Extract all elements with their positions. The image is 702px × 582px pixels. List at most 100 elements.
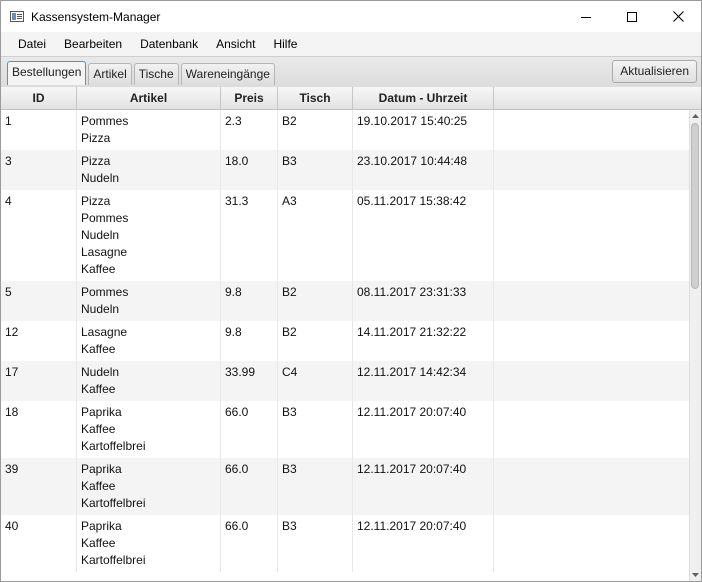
artikel-item: Nudeln: [81, 228, 120, 242]
cell-preis: 2.3: [221, 110, 278, 150]
artikel-item: Nudeln: [81, 365, 120, 379]
column-header-filler: [494, 87, 701, 109]
table-header: ID Artikel Preis Tisch Datum - Uhrzeit: [1, 87, 701, 110]
menu-datenbank[interactable]: Datenbank: [131, 32, 207, 56]
cell-id: 1: [1, 110, 77, 150]
menu-ansicht[interactable]: Ansicht: [207, 32, 264, 56]
table-row[interactable]: 3 Pizza Nudeln 18.0 B3 23.10.2017 10:44:48: [1, 150, 689, 190]
tab-bestellungen[interactable]: Bestellungen: [7, 61, 87, 85]
minimize-icon: [581, 16, 591, 18]
cell-preis: 18.0: [221, 150, 278, 190]
vertical-scrollbar[interactable]: [689, 110, 701, 581]
maximize-icon: [627, 11, 637, 22]
window-title: Kassensystem-Manager: [31, 9, 161, 24]
cell-datum: 12.11.2017 20:07:40: [353, 458, 494, 515]
artikel-item: Pommes: [81, 114, 129, 128]
column-header-artikel[interactable]: Artikel: [77, 87, 221, 109]
menu-datei[interactable]: Datei: [9, 32, 55, 56]
table-row[interactable]: 40 Paprika Kaffee Kartoffelbrei 66.0 B3 12.11.…: [1, 515, 689, 572]
column-header-datum[interactable]: Datum - Uhrzeit: [353, 87, 494, 109]
cell-artikel: Pizza Pommes Nudeln Lasagne Kaffee: [77, 190, 221, 281]
cell-filler: [494, 321, 689, 361]
cell-datum: 12.11.2017 20:07:40: [353, 401, 494, 458]
cell-preis: 33.99: [221, 361, 278, 401]
column-header-tisch[interactable]: Tisch: [278, 87, 353, 109]
table-row[interactable]: 39 Paprika Kaffee Kartoffelbrei 66.0 B3 12.11.…: [1, 458, 689, 515]
cell-filler: [494, 110, 689, 150]
cell-preis: 31.3: [221, 190, 278, 281]
minimize-button[interactable]: [563, 1, 609, 32]
cell-datum: 12.11.2017 20:07:40: [353, 515, 494, 572]
artikel-item: Kaffee: [81, 479, 116, 493]
cell-datum: 19.10.2017 15:40:25: [353, 110, 494, 150]
scroll-up-arrow-icon[interactable]: [690, 110, 701, 122]
artikel-item: Paprika: [81, 519, 122, 533]
artikel-item: Nudeln: [81, 171, 120, 185]
artikel-item: Pommes: [81, 285, 129, 299]
cell-filler: [494, 458, 689, 515]
artikel-item: Kaffee: [81, 536, 116, 550]
menu-hilfe[interactable]: Hilfe: [264, 32, 306, 56]
cell-filler: [494, 190, 689, 281]
artikel-item: Lasagne: [81, 245, 128, 259]
artikel-item: Kartoffelbrei: [81, 439, 146, 453]
artikel-item: Kartoffelbrei: [81, 553, 146, 567]
table-row[interactable]: 17 Nudeln Kaffee 33.99 C4 12.11.2017 14:42:34: [1, 361, 689, 401]
table-row[interactable]: 5 Pommes Nudeln 9.8 B2 08.11.2017 23:31:33: [1, 281, 689, 321]
cell-datum: 14.11.2017 21:32:22: [353, 321, 494, 361]
cell-datum: 12.11.2017 14:42:34: [353, 361, 494, 401]
refresh-button[interactable]: Aktualisieren: [612, 60, 697, 83]
scroll-thumb[interactable]: [691, 123, 699, 289]
cell-tisch: B2: [278, 321, 353, 361]
artikel-item: Kaffee: [81, 342, 116, 356]
table-row[interactable]: 4 Pizza Pommes Nudeln Lasagne Kaffee 31.3 A3 05.…: [1, 190, 689, 281]
cell-datum: 23.10.2017 10:44:48: [353, 150, 494, 190]
cell-tisch: B3: [278, 401, 353, 458]
tab-wareneingaenge[interactable]: Wareneingänge: [180, 63, 275, 85]
cell-id: 12: [1, 321, 77, 361]
artikel-item: Kaffee: [81, 262, 116, 276]
app-icon: [10, 11, 24, 22]
cell-tisch: B3: [278, 150, 353, 190]
tab-bar: Bestellungen Artikel Tische Wareneingäng…: [1, 56, 701, 87]
cell-id: 4: [1, 190, 77, 281]
cell-tisch: B3: [278, 458, 353, 515]
cell-id: 39: [1, 458, 77, 515]
cell-filler: [494, 281, 689, 321]
cell-id: 3: [1, 150, 77, 190]
cell-datum: 08.11.2017 23:31:33: [353, 281, 494, 321]
cell-preis: 66.0: [221, 515, 278, 572]
tab-artikel[interactable]: Artikel: [88, 63, 132, 85]
close-button[interactable]: [655, 1, 701, 32]
column-header-preis[interactable]: Preis: [221, 87, 278, 109]
cell-tisch: B2: [278, 110, 353, 150]
artikel-item: Lasagne: [81, 325, 128, 339]
cell-filler: [494, 150, 689, 190]
cell-tisch: B2: [278, 281, 353, 321]
cell-tisch: A3: [278, 190, 353, 281]
table-row[interactable]: 18 Paprika Kaffee Kartoffelbrei 66.0 B3 12.11.…: [1, 401, 689, 458]
column-header-id[interactable]: ID: [1, 87, 77, 109]
scroll-down-arrow-icon[interactable]: [690, 569, 701, 581]
cell-preis: 9.8: [221, 321, 278, 361]
table-row[interactable]: 1 Pommes Pizza 2.3 B2 19.10.2017 15:40:25: [1, 110, 689, 150]
cell-artikel: Pommes Nudeln: [77, 281, 221, 321]
title-bar[interactable]: Kassensystem-Manager: [1, 1, 701, 32]
maximize-button[interactable]: [609, 1, 655, 32]
cell-filler: [494, 401, 689, 458]
table-row[interactable]: 12 Lasagne Kaffee 9.8 B2 14.11.2017 21:32:22: [1, 321, 689, 361]
artikel-item: Pizza: [81, 154, 111, 168]
menu-bearbeiten[interactable]: Bearbeiten: [55, 32, 131, 56]
tab-tische[interactable]: Tische: [133, 63, 179, 85]
window-controls: [563, 1, 701, 32]
artikel-item: Pizza: [81, 194, 111, 208]
cell-id: 40: [1, 515, 77, 572]
cell-artikel: Paprika Kaffee Kartoffelbrei: [77, 515, 221, 572]
cell-filler: [494, 515, 689, 572]
cell-tisch: C4: [278, 361, 353, 401]
artikel-item: Pommes: [81, 211, 129, 225]
cell-tisch: B3: [278, 515, 353, 572]
cell-filler: [494, 361, 689, 401]
menu-bar: Datei Bearbeiten Datenbank Ansicht Hilfe: [1, 32, 701, 56]
cell-id: 17: [1, 361, 77, 401]
